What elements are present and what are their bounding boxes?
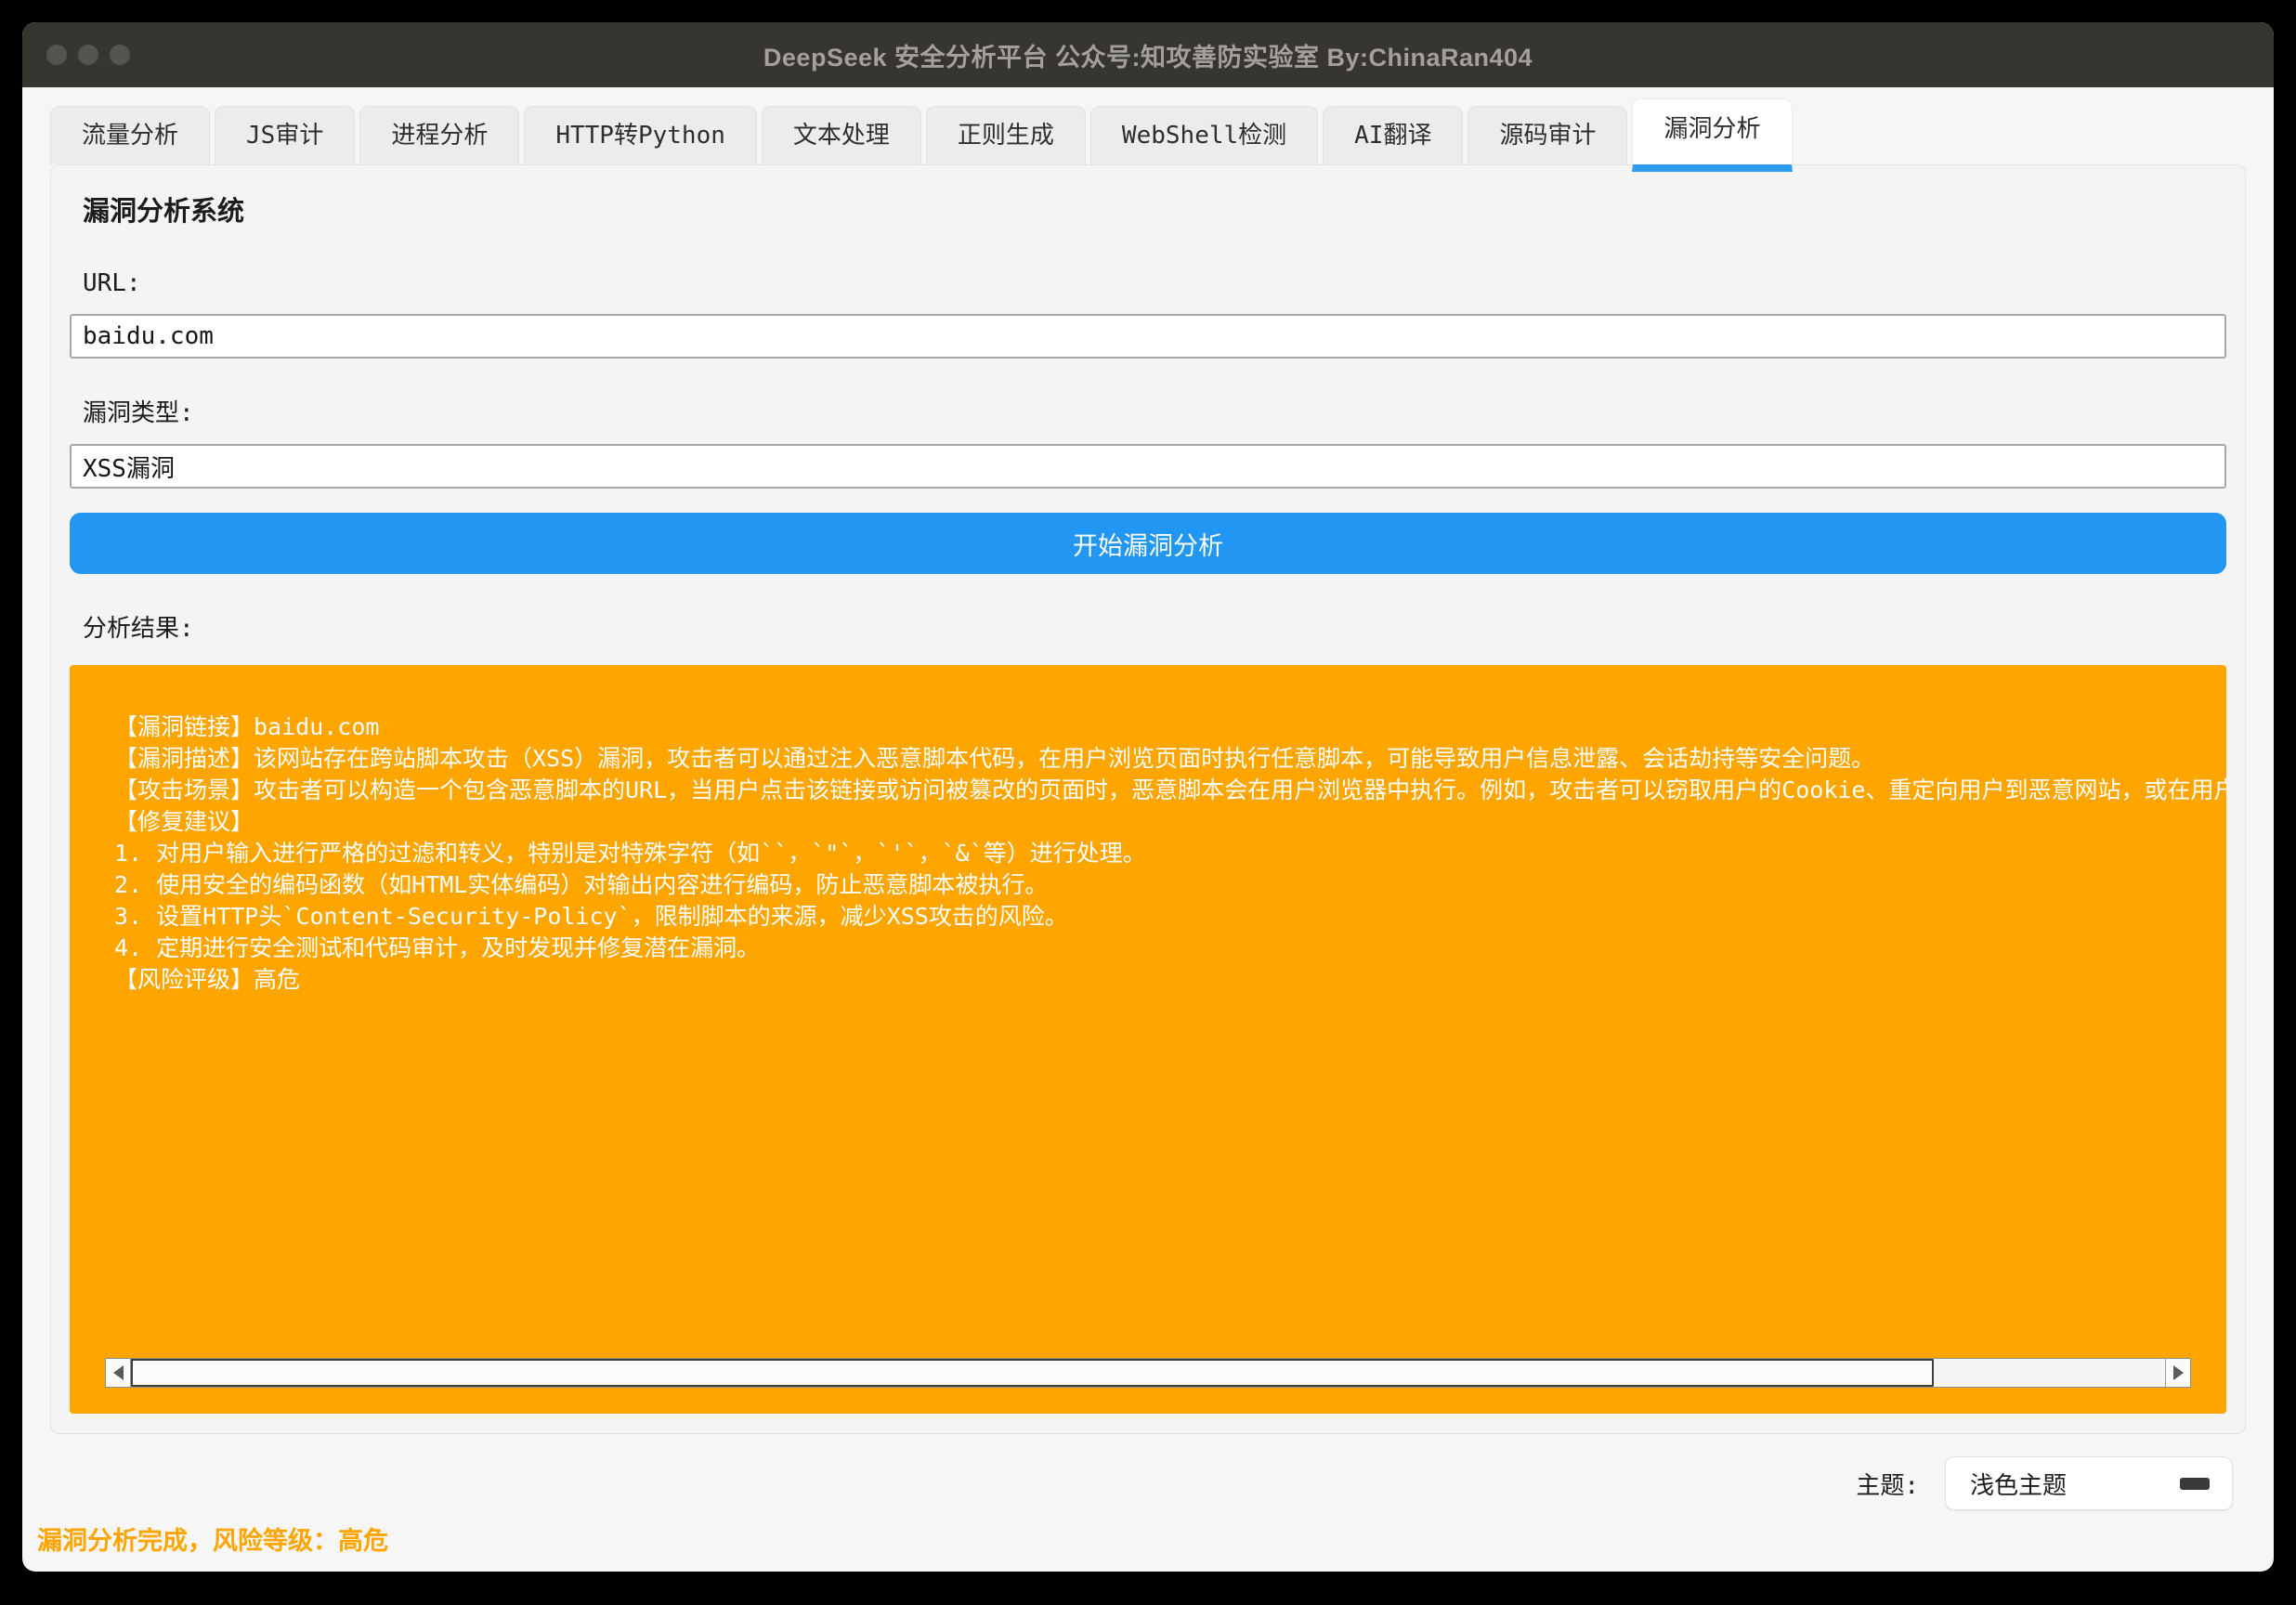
title-bar: DeepSeek 安全分析平台 公众号:知攻善防实验室 By:ChinaRan4… [22, 22, 2274, 87]
tab-http-to-python[interactable]: HTTP转Python [524, 106, 757, 164]
scrollbar-thumb[interactable] [131, 1359, 1934, 1387]
vulnerability-analysis-panel: 漏洞分析系统 URL: 漏洞类型: 开始漏洞分析 分析结果: 【漏洞链接】bai… [50, 164, 2246, 1434]
start-analysis-button[interactable]: 开始漏洞分析 [70, 513, 2226, 574]
result-line: 【漏洞链接】baidu.com [114, 711, 2226, 743]
status-message: 漏洞分析完成，风险等级：高危 [37, 1527, 388, 1556]
vuln-type-label: 漏洞类型: [83, 398, 2226, 429]
tab-js-audit[interactable]: JS审计 [215, 106, 355, 164]
result-line: 【风险评级】高危 [114, 964, 2226, 996]
scroll-right-button[interactable] [2165, 1359, 2190, 1387]
tab-regex-generation[interactable]: 正则生成 [926, 106, 1086, 164]
result-line: 【漏洞描述】该网站存在跨站脚本攻击（XSS）漏洞，攻击者可以通过注入恶意脚本代码… [114, 743, 2226, 775]
tab-webshell-detection[interactable]: WebShell检测 [1090, 106, 1318, 164]
vuln-type-input[interactable] [70, 444, 2226, 489]
analysis-result-text: 【漏洞链接】baidu.com 【漏洞描述】该网站存在跨站脚本攻击（XSS）漏洞… [114, 711, 2226, 996]
analysis-result-area[interactable]: 【漏洞链接】baidu.com 【漏洞描述】该网站存在跨站脚本攻击（XSS）漏洞… [70, 665, 2226, 1414]
theme-dropdown[interactable]: 浅色主题 [1945, 1456, 2233, 1510]
scroll-left-button[interactable] [106, 1359, 131, 1387]
page-title: 漏洞分析系统 [83, 193, 2226, 228]
url-label: URL: [83, 268, 2226, 299]
dropdown-indicator-icon [2180, 1478, 2210, 1490]
scroll-right-arrow-icon [2173, 1365, 2184, 1380]
result-line: 【修复建议】 [114, 806, 2226, 838]
maximize-window-button[interactable] [110, 45, 130, 65]
minimize-window-button[interactable] [78, 45, 98, 65]
close-window-button[interactable] [46, 45, 67, 65]
tab-text-processing[interactable]: 文本处理 [762, 106, 921, 164]
horizontal-scrollbar[interactable] [105, 1358, 2191, 1388]
analysis-result-label: 分析结果: [83, 613, 2226, 645]
window-controls [46, 45, 130, 65]
result-line: 1. 对用户输入进行严格的过滤和转义，特别是对特殊字符（如``，`"`，`'`，… [114, 838, 2226, 869]
url-input[interactable] [70, 314, 2226, 359]
theme-label: 主题: [1856, 1467, 1919, 1501]
tab-source-code-audit[interactable]: 源码审计 [1468, 106, 1627, 164]
tab-process-analysis[interactable]: 进程分析 [359, 106, 519, 164]
result-line: 【攻击场景】攻击者可以构造一个包含恶意脚本的URL，当用户点击该链接或访问被篡改… [114, 775, 2226, 806]
scroll-left-arrow-icon [113, 1365, 124, 1380]
tab-bar: 流量分析 JS审计 进程分析 HTTP转Python 文本处理 正则生成 Web… [50, 98, 2246, 164]
result-line: 4. 定期进行安全测试和代码审计，及时发现并修复潜在漏洞。 [114, 933, 2226, 964]
scrollbar-track[interactable] [1934, 1359, 2165, 1387]
tab-ai-translation[interactable]: AI翻译 [1323, 106, 1463, 164]
status-bar: 漏洞分析完成，风险等级：高危 [22, 1520, 2274, 1572]
result-line: 3. 设置HTTP头`Content-Security-Policy`，限制脚本… [114, 901, 2226, 933]
theme-selected-value: 浅色主题 [1970, 1467, 2067, 1501]
result-line: 2. 使用安全的编码函数（如HTML实体编码）对输出内容进行编码，防止恶意脚本被… [114, 869, 2226, 901]
theme-row: 主题: 浅色主题 [50, 1456, 2246, 1510]
window-title: DeepSeek 安全分析平台 公众号:知攻善防实验室 By:ChinaRan4… [763, 37, 1533, 73]
tab-traffic-analysis[interactable]: 流量分析 [50, 106, 210, 164]
window-body: 流量分析 JS审计 进程分析 HTTP转Python 文本处理 正则生成 Web… [22, 87, 2274, 1510]
tab-vulnerability-analysis[interactable]: 漏洞分析 [1632, 98, 1792, 172]
app-window: DeepSeek 安全分析平台 公众号:知攻善防实验室 By:ChinaRan4… [22, 22, 2274, 1572]
